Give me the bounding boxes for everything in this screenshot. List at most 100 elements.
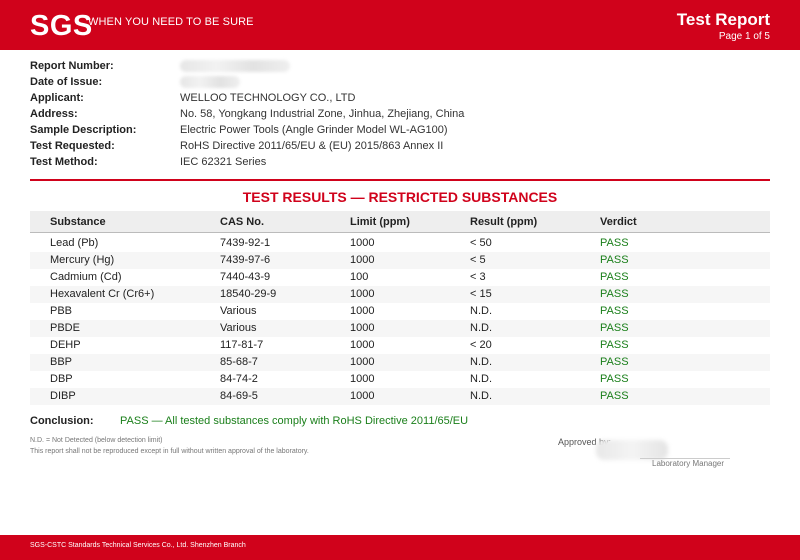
cell-result: N.D. — [470, 373, 492, 385]
cell-cas-number: 84-69-5 — [220, 390, 258, 402]
cell-result: < 20 — [470, 339, 492, 351]
redacted-signature — [596, 440, 668, 460]
cell-verdict: PASS — [600, 254, 629, 266]
report-title: Test Report — [676, 10, 770, 29]
cell-result: < 5 — [470, 254, 486, 266]
info-value: RoHS Directive 2011/65/EU & (EU) 2015/86… — [180, 140, 444, 152]
info-label: Sample Description: — [30, 124, 137, 136]
report-info: Report Number: Date of Issue: Applicant:… — [30, 58, 770, 170]
cell-cas-number: 84-74-2 — [220, 373, 258, 385]
cell-result: < 15 — [470, 288, 492, 300]
cell-limit: 1000 — [350, 237, 375, 249]
cell-cas-number: Various — [220, 305, 257, 317]
info-label: Test Method: — [30, 156, 98, 168]
info-label: Report Number: — [30, 60, 114, 72]
info-row-test-requested: Test Requested: RoHS Directive 2011/65/E… — [30, 138, 770, 154]
cell-substance: PBB — [50, 305, 73, 317]
cell-cas-number: 7440-43-9 — [220, 271, 271, 283]
cell-limit: 1000 — [350, 322, 375, 334]
cell-result: < 50 — [470, 237, 492, 249]
cell-limit: 1000 — [350, 254, 375, 266]
cell-result: N.D. — [470, 322, 492, 334]
note-reproduction: This report shall not be reproduced exce… — [30, 448, 309, 455]
column-header-result: Result (ppm) — [470, 216, 538, 228]
cell-verdict: PASS — [600, 271, 629, 283]
cell-substance: Hexavalent Cr (Cr6+) — [50, 288, 155, 300]
redaction-blur — [180, 76, 240, 88]
info-row-report-number: Report Number: — [30, 58, 770, 74]
redaction-blur — [180, 60, 290, 72]
table-row: DEHP 117-81-7 1000 < 20 PASS — [30, 337, 770, 354]
cell-verdict: PASS — [600, 305, 629, 317]
cell-limit: 1000 — [350, 339, 375, 351]
table-row: Mercury (Hg) 7439-97-6 1000 < 5 PASS — [30, 252, 770, 269]
approver-role: Laboratory Manager — [652, 459, 725, 468]
info-row-test-method: Test Method: IEC 62321 Series — [30, 154, 770, 170]
report-notes: N.D. = Not Detected (below detection lim… — [30, 435, 530, 457]
cell-limit: 1000 — [350, 288, 375, 300]
cell-substance: DIBP — [50, 390, 76, 402]
cell-limit: 1000 — [350, 356, 375, 368]
cell-limit: 1000 — [350, 373, 375, 385]
page-number: Page 1 of 5 — [718, 31, 770, 42]
cell-substance: PBDE — [50, 322, 80, 334]
cell-cas-number: 7439-92-1 — [220, 237, 271, 249]
report-header: SGS WHEN YOU NEED TO BE SURE Test Report… — [0, 0, 800, 50]
table-body: Lead (Pb) 7439-92-1 1000 < 50 PASS Mercury (H… — [30, 235, 770, 405]
table-row: Lead (Pb) 7439-92-1 1000 < 50 PASS — [30, 235, 770, 252]
cell-verdict: PASS — [600, 356, 629, 368]
cell-substance: Mercury (Hg) — [50, 254, 115, 266]
cell-verdict: PASS — [600, 288, 629, 300]
note-nd-definition: N.D. = Not Detected (below detection lim… — [30, 437, 163, 444]
cell-substance: BBP — [50, 356, 73, 368]
table-row: DIBP 84-69-5 1000 N.D. PASS — [30, 388, 770, 405]
info-value: IEC 62321 Series — [180, 156, 267, 168]
cell-cas-number: 18540-29-9 — [220, 288, 277, 300]
table-row: PBDE Various 1000 N.D. PASS — [30, 320, 770, 337]
info-value: No. 58, Yongkang Industrial Zone, Jinhua… — [180, 108, 465, 120]
info-label: Address: — [30, 108, 78, 120]
table-row: DBP 84-74-2 1000 N.D. PASS — [30, 371, 770, 388]
cell-verdict: PASS — [600, 322, 629, 334]
info-label: Applicant: — [30, 92, 84, 104]
results-title: TEST RESULTS — RESTRICTED SUBSTANCES — [242, 189, 558, 205]
column-header-verdict: Verdict — [600, 216, 637, 228]
table-header: Substance CAS No. Limit (ppm) Result (pp… — [30, 211, 770, 233]
info-row-sample-description: Sample Description: Electric Power Tools… — [30, 122, 770, 138]
cell-cas-number: 85-68-7 — [220, 356, 258, 368]
cell-limit: 100 — [350, 271, 369, 283]
info-label: Test Requested: — [30, 140, 115, 152]
column-header-limit: Limit (ppm) — [350, 216, 410, 228]
cell-verdict: PASS — [600, 390, 629, 402]
cell-limit: 1000 — [350, 390, 375, 402]
results-table: Substance CAS No. Limit (ppm) Result (pp… — [30, 211, 770, 405]
cell-result: < 3 — [470, 271, 486, 283]
cell-substance: Lead (Pb) — [50, 237, 99, 249]
cell-verdict: PASS — [600, 237, 629, 249]
conclusion-label: Conclusion: — [30, 415, 94, 427]
cell-verdict: PASS — [600, 339, 629, 351]
column-header-cas: CAS No. — [220, 216, 264, 228]
cell-limit: 1000 — [350, 305, 375, 317]
sgs-logo: SGS — [30, 10, 93, 42]
footer-text: SGS-CSTC Standards Technical Services Co… — [30, 542, 246, 549]
section-divider — [30, 179, 770, 181]
info-value: Electric Power Tools (Angle Grinder Mode… — [180, 124, 448, 136]
column-header-substance: Substance — [50, 216, 106, 228]
cell-substance: DEHP — [50, 339, 81, 351]
conclusion: Conclusion: PASS — All tested substances… — [30, 414, 770, 430]
conclusion-text: PASS — All tested substances comply with… — [120, 415, 469, 427]
table-row: PBB Various 1000 N.D. PASS — [30, 303, 770, 320]
cell-result: N.D. — [470, 305, 492, 317]
cell-cas-number: 117-81-7 — [220, 339, 264, 351]
cell-cas-number: 7439-97-6 — [220, 254, 271, 266]
table-row: Cadmium (Cd) 7440-43-9 100 < 3 PASS — [30, 269, 770, 286]
info-row-address: Address: No. 58, Yongkang Industrial Zon… — [30, 106, 770, 122]
cell-substance: Cadmium (Cd) — [50, 271, 122, 283]
cell-result: N.D. — [470, 390, 492, 402]
table-row: BBP 85-68-7 1000 N.D. PASS — [30, 354, 770, 371]
logo-tagline: WHEN YOU NEED TO BE SURE — [88, 16, 254, 28]
info-label: Date of Issue: — [30, 76, 103, 88]
cell-verdict: PASS — [600, 373, 629, 385]
report-footer: SGS-CSTC Standards Technical Services Co… — [0, 535, 800, 560]
